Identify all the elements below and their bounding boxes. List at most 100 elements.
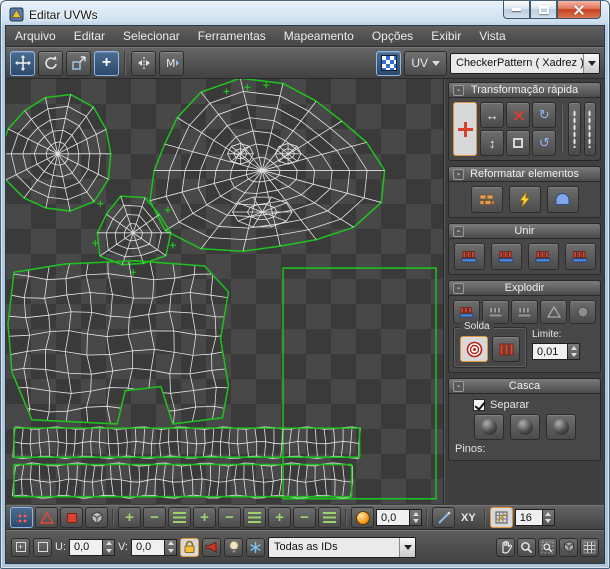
zoom-button[interactable] — [517, 538, 536, 557]
pattern-combobox-arrow[interactable] — [583, 54, 599, 73]
spinner-down-button[interactable] — [165, 547, 176, 555]
rollout-quick-transform-header[interactable]: - Transformação rápida — [449, 83, 600, 98]
explode-by-face-button[interactable] — [511, 300, 538, 324]
rotate-ccw-button[interactable] — [532, 130, 556, 156]
stitch-custom-button[interactable] — [454, 243, 485, 270]
spinner-down-button[interactable] — [103, 547, 114, 555]
spinner-up-button[interactable] — [543, 510, 554, 518]
collapse-icon[interactable]: - — [453, 381, 464, 392]
spinner-down-button[interactable] — [410, 518, 421, 526]
rotate-button[interactable] — [38, 51, 63, 76]
align-pivot-button[interactable] — [453, 102, 477, 156]
loop-select-button[interactable] — [243, 507, 266, 528]
align-vertical-button[interactable] — [480, 130, 504, 156]
rollout-reshape-header[interactable]: - Reformatar elementos — [449, 167, 600, 182]
face-subobject-button[interactable] — [60, 507, 83, 528]
hide-selected-button[interactable] — [202, 538, 221, 557]
uv-editor-canvas[interactable] — [6, 79, 444, 505]
snap-grid-button[interactable] — [580, 538, 599, 557]
grow-uv-button[interactable] — [268, 507, 291, 528]
brush-size-spinner[interactable]: 16 — [515, 509, 555, 526]
linear-align-button[interactable] — [506, 102, 530, 128]
relax-button[interactable] — [471, 186, 503, 213]
space-horizontal-button[interactable] — [568, 102, 580, 156]
freeform-mode-button[interactable] — [94, 51, 119, 76]
material-id-arrow[interactable] — [399, 538, 415, 557]
explode-smoothing-button[interactable] — [540, 300, 567, 324]
shrink-uv-button[interactable] — [293, 507, 316, 528]
falloff-space-label[interactable]: XY — [457, 512, 480, 524]
scale-button[interactable] — [66, 51, 91, 76]
ring-select-button[interactable] — [318, 507, 341, 528]
filter-selected-faces-button[interactable] — [224, 538, 243, 557]
minimize-button[interactable] — [503, 1, 530, 19]
offset-mode-button[interactable] — [33, 538, 52, 557]
pan-button[interactable] — [496, 538, 515, 557]
zoom-region-button[interactable] — [538, 538, 557, 557]
v-value-field[interactable]: 0,0 — [131, 539, 165, 556]
brush-spinner-buttons[interactable] — [543, 509, 555, 526]
collapse-icon[interactable]: - — [453, 169, 464, 180]
spinner-down-button[interactable] — [543, 518, 554, 526]
weld-selected-button[interactable] — [492, 336, 520, 362]
collapse-icon[interactable]: - — [453, 85, 464, 96]
paint-select-button[interactable] — [490, 507, 513, 528]
ring-shrink-button[interactable] — [218, 507, 241, 528]
spinner-up-button[interactable] — [568, 344, 579, 352]
falloff-spinner-buttons[interactable] — [410, 509, 422, 526]
u-spinner-buttons[interactable] — [103, 539, 115, 556]
falloff-spinner[interactable]: 0,0 — [376, 509, 422, 526]
quick-peel-button[interactable] — [474, 414, 504, 440]
menu-selecionar[interactable]: Selecionar — [114, 27, 189, 45]
menu-editar[interactable]: Editar — [65, 27, 114, 45]
menu-vista[interactable]: Vista — [470, 27, 514, 45]
separate-checkbox[interactable] — [473, 399, 485, 411]
uv-channel-dropdown[interactable]: UV — [404, 51, 447, 76]
zoom-extents-button[interactable] — [559, 538, 578, 557]
straighten-button[interactable] — [547, 186, 579, 213]
vertex-subobject-button[interactable] — [10, 507, 33, 528]
brush-size-field[interactable]: 16 — [515, 509, 543, 526]
stitch-source-button[interactable] — [528, 243, 559, 270]
rollout-stitch-header[interactable]: - Unir — [449, 224, 600, 239]
pattern-combobox[interactable]: CheckerPattern ( Xadrez ) — [450, 53, 600, 74]
pelt-map-button[interactable] — [546, 414, 576, 440]
limit-spinner-buttons[interactable] — [568, 343, 580, 360]
rollout-explode-header[interactable]: - Explodir — [449, 281, 600, 296]
edge-subobject-button[interactable] — [35, 507, 58, 528]
collapse-icon[interactable]: - — [453, 226, 464, 237]
collapse-icon[interactable]: - — [453, 283, 464, 294]
menu-exibir[interactable]: Exibir — [422, 27, 470, 45]
spinner-down-button[interactable] — [568, 352, 579, 360]
maximize-button[interactable] — [530, 1, 557, 19]
stitch-average-button[interactable] — [491, 243, 522, 270]
menu-mapeamento[interactable]: Mapeamento — [275, 27, 363, 45]
box-align-button[interactable] — [506, 130, 530, 156]
mirror-button[interactable] — [131, 51, 156, 76]
align-horizontal-button[interactable] — [480, 102, 504, 128]
material-id-combobox[interactable]: Todas as IDs — [268, 537, 416, 558]
peel-mode-button[interactable] — [510, 414, 540, 440]
loop-grow-button[interactable] — [168, 507, 191, 528]
edge-distance-button[interactable] — [432, 507, 455, 528]
v-spinner-buttons[interactable] — [165, 539, 177, 556]
falloff-value-field[interactable]: 0,0 — [376, 509, 410, 526]
ring-grow-button[interactable] — [193, 507, 216, 528]
explode-material-button[interactable] — [569, 300, 596, 324]
grow-selection-button[interactable] — [118, 507, 141, 528]
move-button[interactable] — [10, 51, 35, 76]
menu-arquivo[interactable]: Arquivo — [6, 27, 65, 45]
freeze-selected-button[interactable] — [246, 538, 265, 557]
quick-relax-button[interactable] — [509, 186, 541, 213]
spinner-up-button[interactable] — [410, 510, 421, 518]
space-vertical-button[interactable] — [584, 102, 596, 156]
show-map-button[interactable] — [376, 51, 401, 76]
target-weld-button[interactable] — [460, 336, 488, 362]
rotate-cw-button[interactable] — [532, 102, 556, 128]
absolute-mode-button[interactable]: + — [11, 538, 30, 557]
limit-spinner[interactable]: 0,01 — [532, 343, 580, 360]
menu-ferramentas[interactable]: Ferramentas — [189, 27, 275, 45]
stitch-target-button[interactable] — [565, 243, 596, 270]
u-spinner[interactable]: 0,0 — [69, 539, 115, 556]
mirror-gizmo-button[interactable]: M — [159, 51, 184, 76]
